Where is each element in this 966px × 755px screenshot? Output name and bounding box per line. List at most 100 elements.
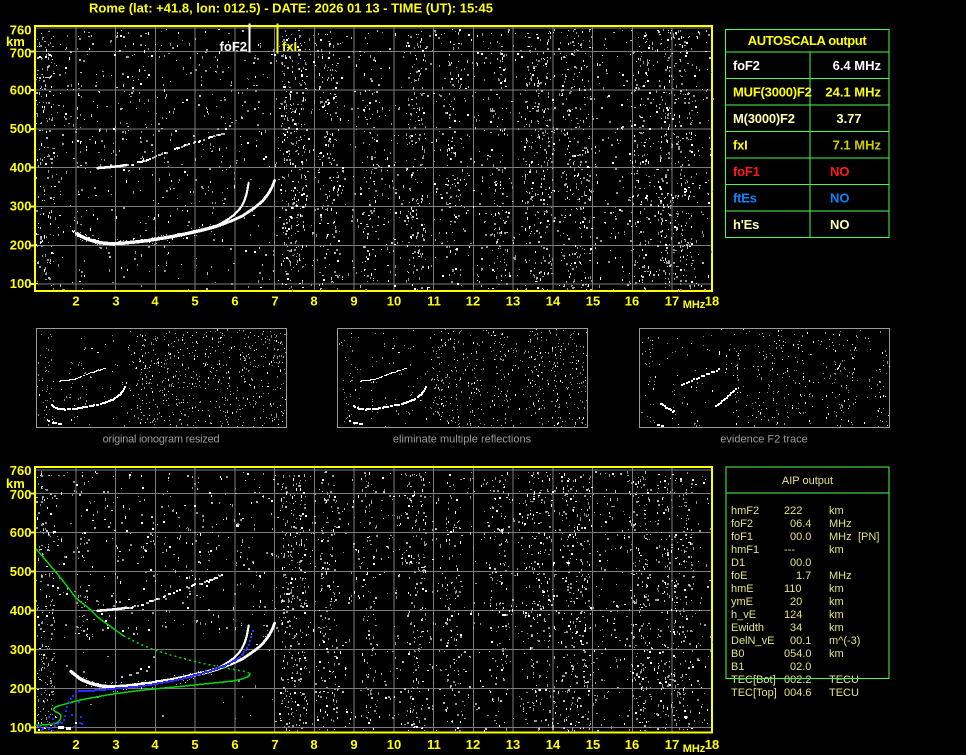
svg-text:AUTOSCALA output: AUTOSCALA output [748, 33, 868, 48]
svg-text:Ewidth: Ewidth [731, 622, 764, 634]
svg-text:fxI: fxI [733, 137, 748, 152]
svg-text:km: km [829, 648, 844, 660]
svg-text:foF2: foF2 [731, 518, 753, 530]
svg-text:6: 6 [231, 737, 238, 752]
svg-text:MUF(3000)F2: MUF(3000)F2 [733, 84, 812, 99]
svg-text:8: 8 [310, 294, 317, 309]
svg-text:7: 7 [271, 294, 278, 309]
svg-text:km: km [829, 544, 844, 556]
svg-text:100: 100 [10, 276, 32, 291]
svg-text:NO: NO [830, 164, 850, 179]
svg-text:6.4 MHz: 6.4 MHz [833, 58, 882, 73]
svg-text:02.0: 02.0 [790, 661, 811, 673]
svg-text:17: 17 [665, 294, 679, 309]
svg-text:hmF2: hmF2 [731, 505, 759, 517]
svg-text:km: km [6, 476, 25, 491]
svg-text:002.2: 002.2 [784, 674, 812, 686]
svg-text:foF2: foF2 [220, 39, 247, 54]
svg-text:9: 9 [350, 294, 357, 309]
svg-text:5: 5 [191, 294, 198, 309]
svg-text:3: 3 [112, 737, 119, 752]
svg-text:MHz: MHz [829, 531, 852, 543]
svg-text:200: 200 [10, 237, 32, 252]
svg-text:Rome (lat: +41.8, lon: 012.5): Rome (lat: +41.8, lon: 012.5) - DATE: 20… [89, 1, 493, 16]
svg-text:34: 34 [790, 622, 802, 634]
svg-text:00.0: 00.0 [790, 557, 811, 569]
svg-text:B0: B0 [731, 648, 744, 660]
svg-text:12: 12 [466, 737, 480, 752]
svg-text:14: 14 [546, 294, 561, 309]
svg-text:300: 300 [10, 199, 32, 214]
svg-text:4: 4 [151, 737, 159, 752]
svg-text:20: 20 [790, 596, 802, 608]
svg-text:3.77: 3.77 [836, 111, 861, 126]
svg-text:24.1 MHz: 24.1 MHz [825, 84, 881, 99]
svg-text:NO: NO [830, 190, 850, 205]
svg-text:4: 4 [151, 294, 159, 309]
svg-text:12: 12 [466, 294, 480, 309]
svg-text:00.1: 00.1 [790, 635, 811, 647]
svg-text:1.7: 1.7 [796, 570, 811, 582]
svg-text:8: 8 [310, 737, 317, 752]
svg-text:---: --- [784, 544, 795, 556]
svg-text:15: 15 [586, 294, 600, 309]
svg-text:13: 13 [506, 737, 520, 752]
svg-text:km: km [829, 505, 844, 517]
svg-text:3: 3 [112, 294, 119, 309]
svg-text:222: 222 [784, 505, 802, 517]
svg-text:foE: foE [731, 570, 748, 582]
svg-text:MHz: MHz [829, 518, 852, 530]
svg-text:TEC[Bot]: TEC[Bot] [731, 674, 776, 686]
svg-text:TECU: TECU [829, 687, 859, 699]
svg-text:eliminate multiple reflections: eliminate multiple reflections [393, 434, 532, 446]
svg-text:5: 5 [191, 737, 198, 752]
svg-text:MHz: MHz [683, 299, 706, 311]
svg-text:MHz: MHz [829, 570, 852, 582]
svg-text:2: 2 [72, 294, 79, 309]
svg-text:300: 300 [10, 642, 32, 657]
svg-text:110: 110 [784, 583, 802, 595]
svg-text:D1: D1 [731, 557, 745, 569]
svg-text:DelN_vE: DelN_vE [731, 635, 774, 647]
svg-text:MHz: MHz [683, 743, 706, 755]
svg-text:06.4: 06.4 [790, 518, 811, 530]
svg-text:B1: B1 [731, 661, 744, 673]
svg-text:004.6: 004.6 [784, 687, 812, 699]
svg-text:600: 600 [10, 82, 32, 97]
svg-text:[PN]: [PN] [858, 531, 879, 543]
svg-text:original ionogram resized: original ionogram resized [103, 434, 220, 446]
svg-text:6: 6 [231, 294, 238, 309]
svg-text:16: 16 [625, 737, 639, 752]
svg-text:500: 500 [10, 121, 32, 136]
svg-text:200: 200 [10, 681, 32, 696]
svg-text:km: km [6, 34, 25, 49]
svg-text:foF1: foF1 [731, 531, 753, 543]
svg-text:15: 15 [586, 737, 600, 752]
svg-text:18: 18 [705, 737, 719, 752]
svg-text:foF1: foF1 [733, 164, 760, 179]
svg-text:13: 13 [506, 294, 520, 309]
svg-text:km: km [829, 583, 844, 595]
svg-text:TECU: TECU [829, 674, 859, 686]
svg-text:NO: NO [830, 217, 850, 232]
svg-text:00.0: 00.0 [790, 531, 811, 543]
svg-text:foF2: foF2 [733, 58, 760, 73]
svg-text:hmF1: hmF1 [731, 544, 759, 556]
svg-text:km: km [829, 596, 844, 608]
svg-text:100: 100 [10, 720, 32, 735]
svg-text:2: 2 [72, 737, 79, 752]
svg-text:7: 7 [271, 737, 278, 752]
svg-text:km: km [829, 622, 844, 634]
svg-text:500: 500 [10, 564, 32, 579]
svg-text:7.1 MHz: 7.1 MHz [833, 137, 882, 152]
svg-text:9: 9 [350, 737, 357, 752]
svg-text:M(3000)F2: M(3000)F2 [733, 111, 795, 126]
svg-text:evidence F2 trace: evidence F2 trace [720, 434, 807, 446]
svg-text:ftEs: ftEs [733, 190, 757, 205]
svg-text:600: 600 [10, 525, 32, 540]
svg-text:10: 10 [387, 737, 401, 752]
svg-text:m^(-3): m^(-3) [829, 635, 860, 647]
svg-text:14: 14 [546, 737, 561, 752]
svg-text:400: 400 [10, 603, 32, 618]
svg-text:124: 124 [784, 609, 802, 621]
